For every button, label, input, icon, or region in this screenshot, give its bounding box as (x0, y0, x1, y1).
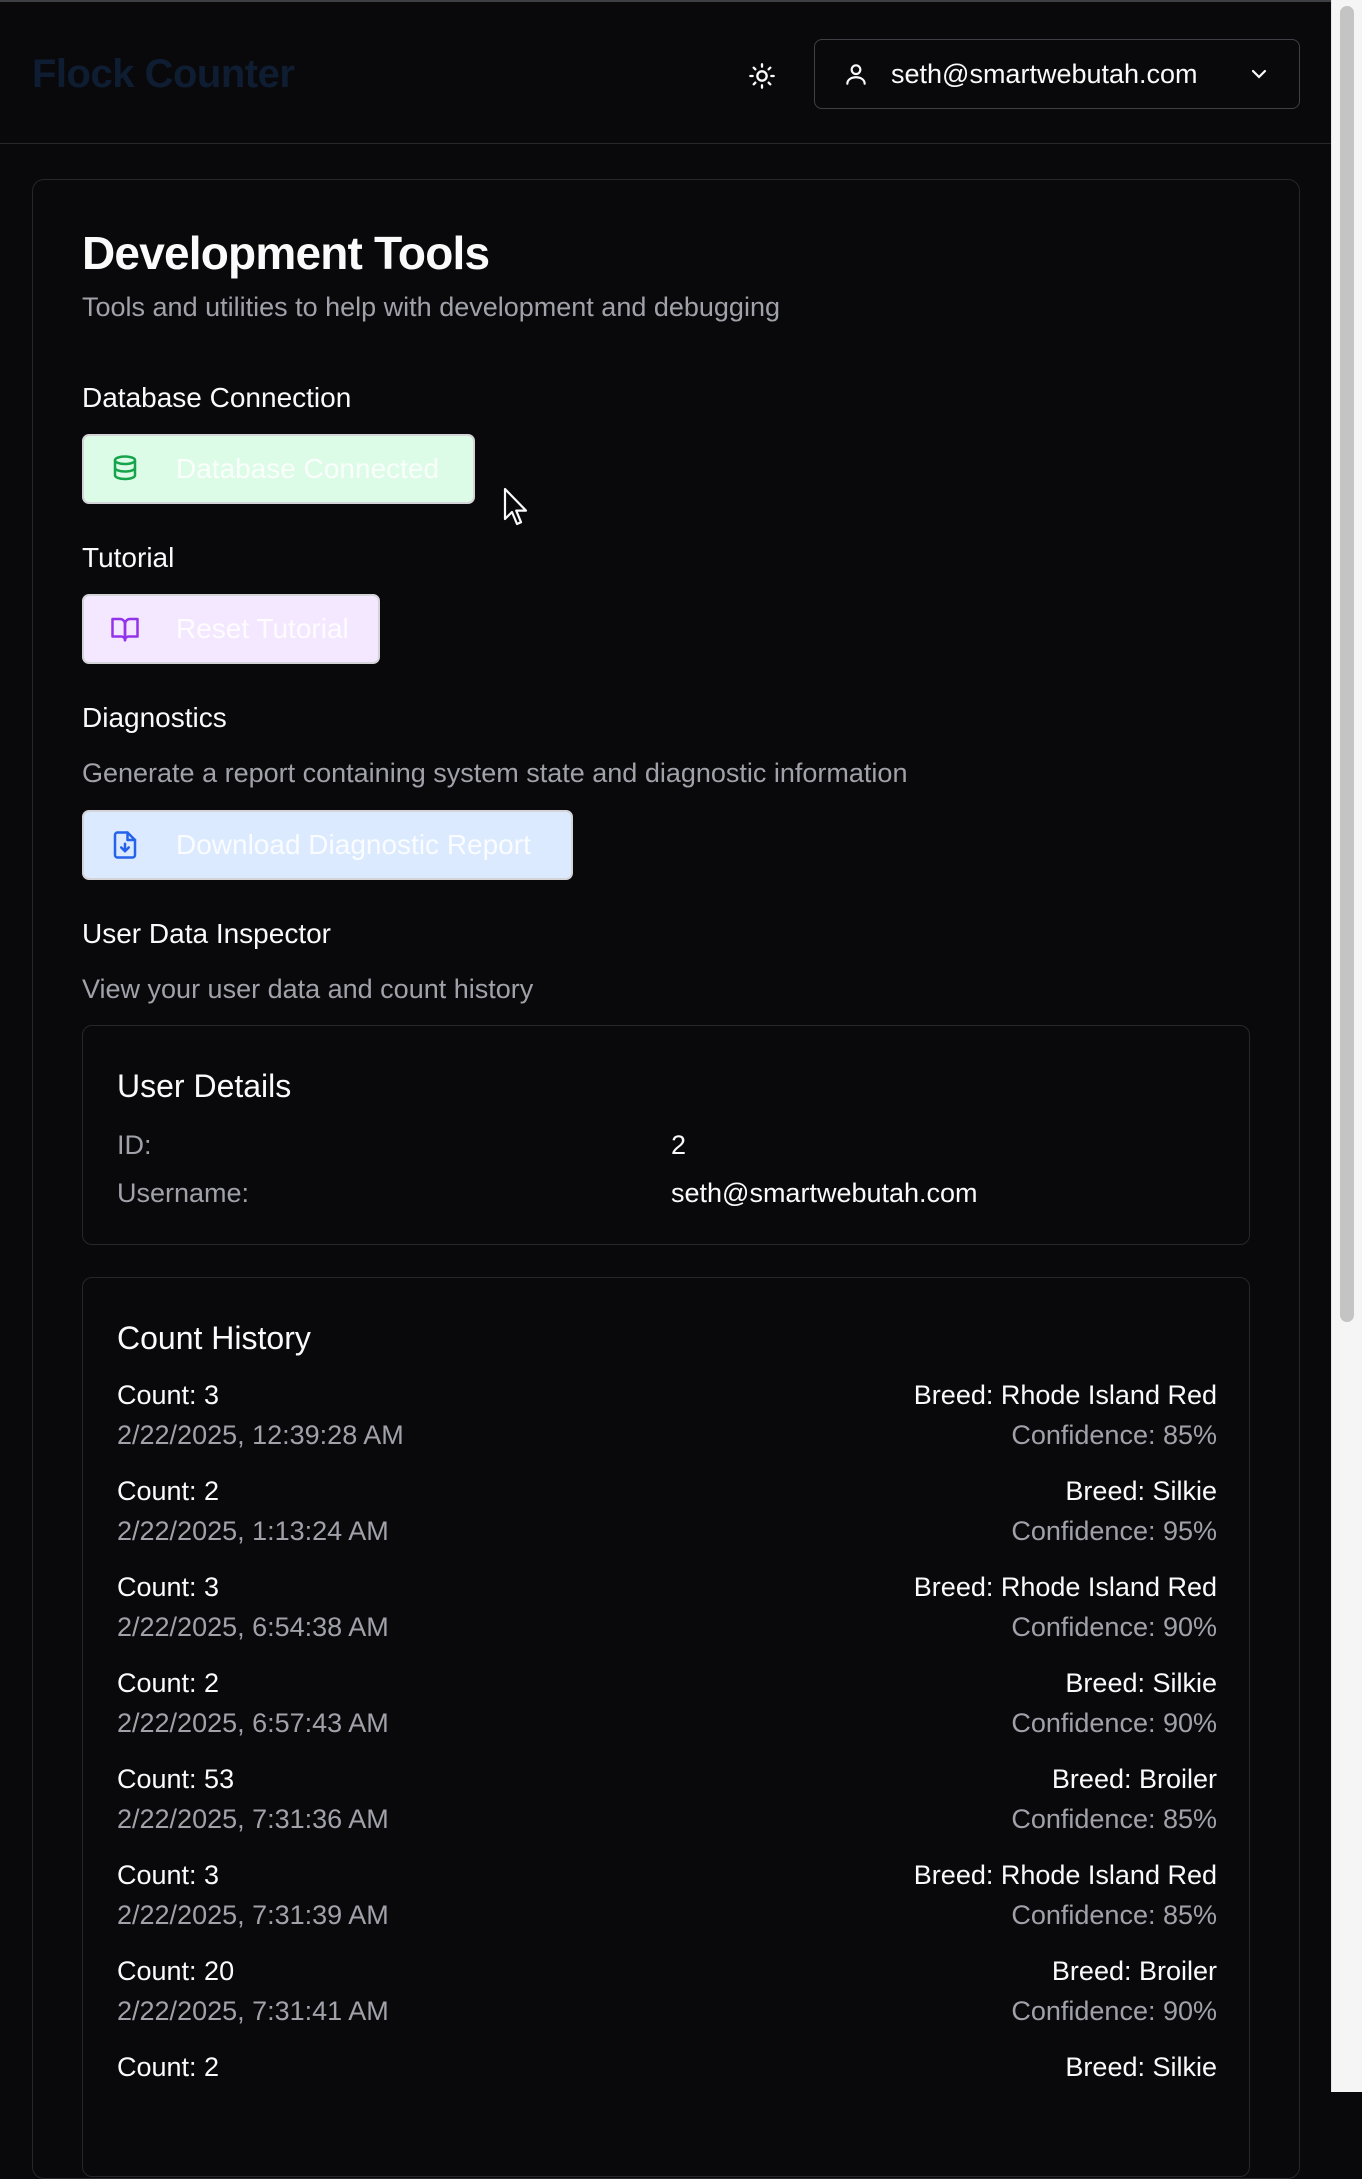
history-confidence: Confidence: 85% (1011, 1900, 1217, 1930)
history-row: Count: 53 2/22/2025, 7:31:36 AM Breed: B… (117, 1764, 1217, 1854)
book-open-icon (111, 617, 139, 642)
history-date: 2/22/2025, 6:57:43 AM (117, 1708, 389, 1738)
history-row: Count: 20 2/22/2025, 7:31:41 AM Breed: B… (117, 1956, 1217, 2046)
count-history-panel: Count History Count: 3 2/22/2025, 12:39:… (82, 1277, 1250, 2177)
history-count: Count: 53 (117, 1764, 235, 1794)
history-breed: Breed: Silkie (1065, 2052, 1217, 2082)
history-count: Count: 3 (117, 1860, 220, 1890)
history-count: Count: 3 (117, 1572, 220, 1602)
history-breed: Breed: Broiler (1051, 1764, 1217, 1794)
database-connected-button[interactable]: Database Connected (82, 434, 475, 504)
history-confidence: Confidence: 90% (1011, 1612, 1217, 1642)
mouse-cursor-icon (503, 487, 528, 526)
theme-toggle-button[interactable] (740, 54, 784, 98)
history-breed: Breed: Rhode Island Red (913, 1572, 1217, 1602)
tutorial-section-label: Tutorial (82, 542, 175, 573)
history-date: 2/22/2025, 7:31:39 AM (117, 1900, 389, 1930)
count-history-title: Count History (117, 1320, 311, 1356)
page-scrollbar[interactable] (1331, 0, 1362, 2092)
history-row: Count: 2 Breed: Silkie (117, 2052, 1217, 2142)
page-subtitle: Tools and utilities to help with develop… (82, 292, 780, 322)
database-button-label: Database Connected (176, 453, 440, 484)
history-count: Count: 20 (117, 1956, 235, 1986)
username-value: seth@smartwebutah.com (671, 1178, 978, 1208)
page-title: Development Tools (82, 227, 490, 279)
reset-tutorial-button[interactable]: Reset Tutorial (82, 594, 380, 664)
chevron-down-icon (1251, 69, 1267, 79)
user-icon (846, 64, 866, 85)
history-breed: Breed: Broiler (1051, 1956, 1217, 1986)
app-brand[interactable]: Flock Counter (32, 52, 295, 97)
history-count: Count: 2 (117, 1476, 220, 1506)
user-menu-button[interactable]: seth@smartwebutah.com (814, 39, 1300, 109)
user-email: seth@smartwebutah.com (891, 58, 1198, 89)
inspector-section-label: User Data Inspector (82, 918, 331, 949)
history-breed: Breed: Rhode Island Red (913, 1380, 1217, 1410)
history-confidence: Confidence: 90% (1011, 1708, 1217, 1738)
history-row: Count: 3 2/22/2025, 7:31:39 AM Breed: Rh… (117, 1860, 1217, 1950)
database-icon (113, 455, 137, 481)
history-confidence: Confidence: 95% (1011, 1516, 1217, 1546)
inspector-description: View your user data and count history (82, 974, 534, 1004)
database-section-label: Database Connection (82, 382, 352, 413)
history-confidence: Confidence: 90% (1011, 1996, 1217, 2026)
download-diagnostic-report-button[interactable]: Download Diagnostic Report (82, 810, 573, 880)
history-row: Count: 2 2/22/2025, 6:57:43 AM Breed: Si… (117, 1668, 1217, 1758)
history-date: 2/22/2025, 12:39:28 AM (117, 1420, 404, 1450)
history-confidence: Confidence: 85% (1011, 1804, 1217, 1834)
history-row: Count: 3 2/22/2025, 6:54:38 AM Breed: Rh… (117, 1572, 1217, 1662)
history-confidence: Confidence: 85% (1011, 1420, 1217, 1450)
history-date: 2/22/2025, 7:31:41 AM (117, 1996, 389, 2026)
top-navbar: Flock Counter seth@smartwebutah.com (0, 0, 1331, 144)
history-breed: Breed: Rhode Island Red (913, 1860, 1217, 1890)
user-details-title: User Details (117, 1068, 292, 1104)
user-id-value: 2 (671, 1130, 687, 1160)
user-id-label: ID: (117, 1130, 152, 1160)
download-report-label: Download Diagnostic Report (176, 829, 531, 860)
diagnostics-section-label: Diagnostics (82, 702, 227, 733)
file-download-icon (113, 831, 137, 859)
history-count: Count: 2 (117, 1668, 220, 1698)
history-date: 2/22/2025, 7:31:36 AM (117, 1804, 389, 1834)
sun-icon (749, 63, 775, 89)
history-row: Count: 3 2/22/2025, 12:39:28 AM Breed: R… (117, 1380, 1217, 1470)
reset-tutorial-label: Reset Tutorial (176, 613, 349, 644)
history-count: Count: 3 (117, 1380, 220, 1410)
history-breed: Breed: Silkie (1065, 1668, 1217, 1698)
history-row: Count: 2 2/22/2025, 1:13:24 AM Breed: Si… (117, 1476, 1217, 1566)
history-count: Count: 2 (117, 2052, 220, 2082)
history-date: 2/22/2025, 1:13:24 AM (117, 1516, 389, 1546)
user-details-panel: User Details ID: 2 Username: seth@smartw… (82, 1025, 1250, 1245)
username-label: Username: (117, 1178, 250, 1208)
history-breed: Breed: Silkie (1065, 1476, 1217, 1506)
history-date: 2/22/2025, 6:54:38 AM (117, 1612, 389, 1642)
scrollbar-thumb[interactable] (1340, 6, 1354, 1322)
diagnostics-description: Generate a report containing system stat… (82, 758, 908, 788)
